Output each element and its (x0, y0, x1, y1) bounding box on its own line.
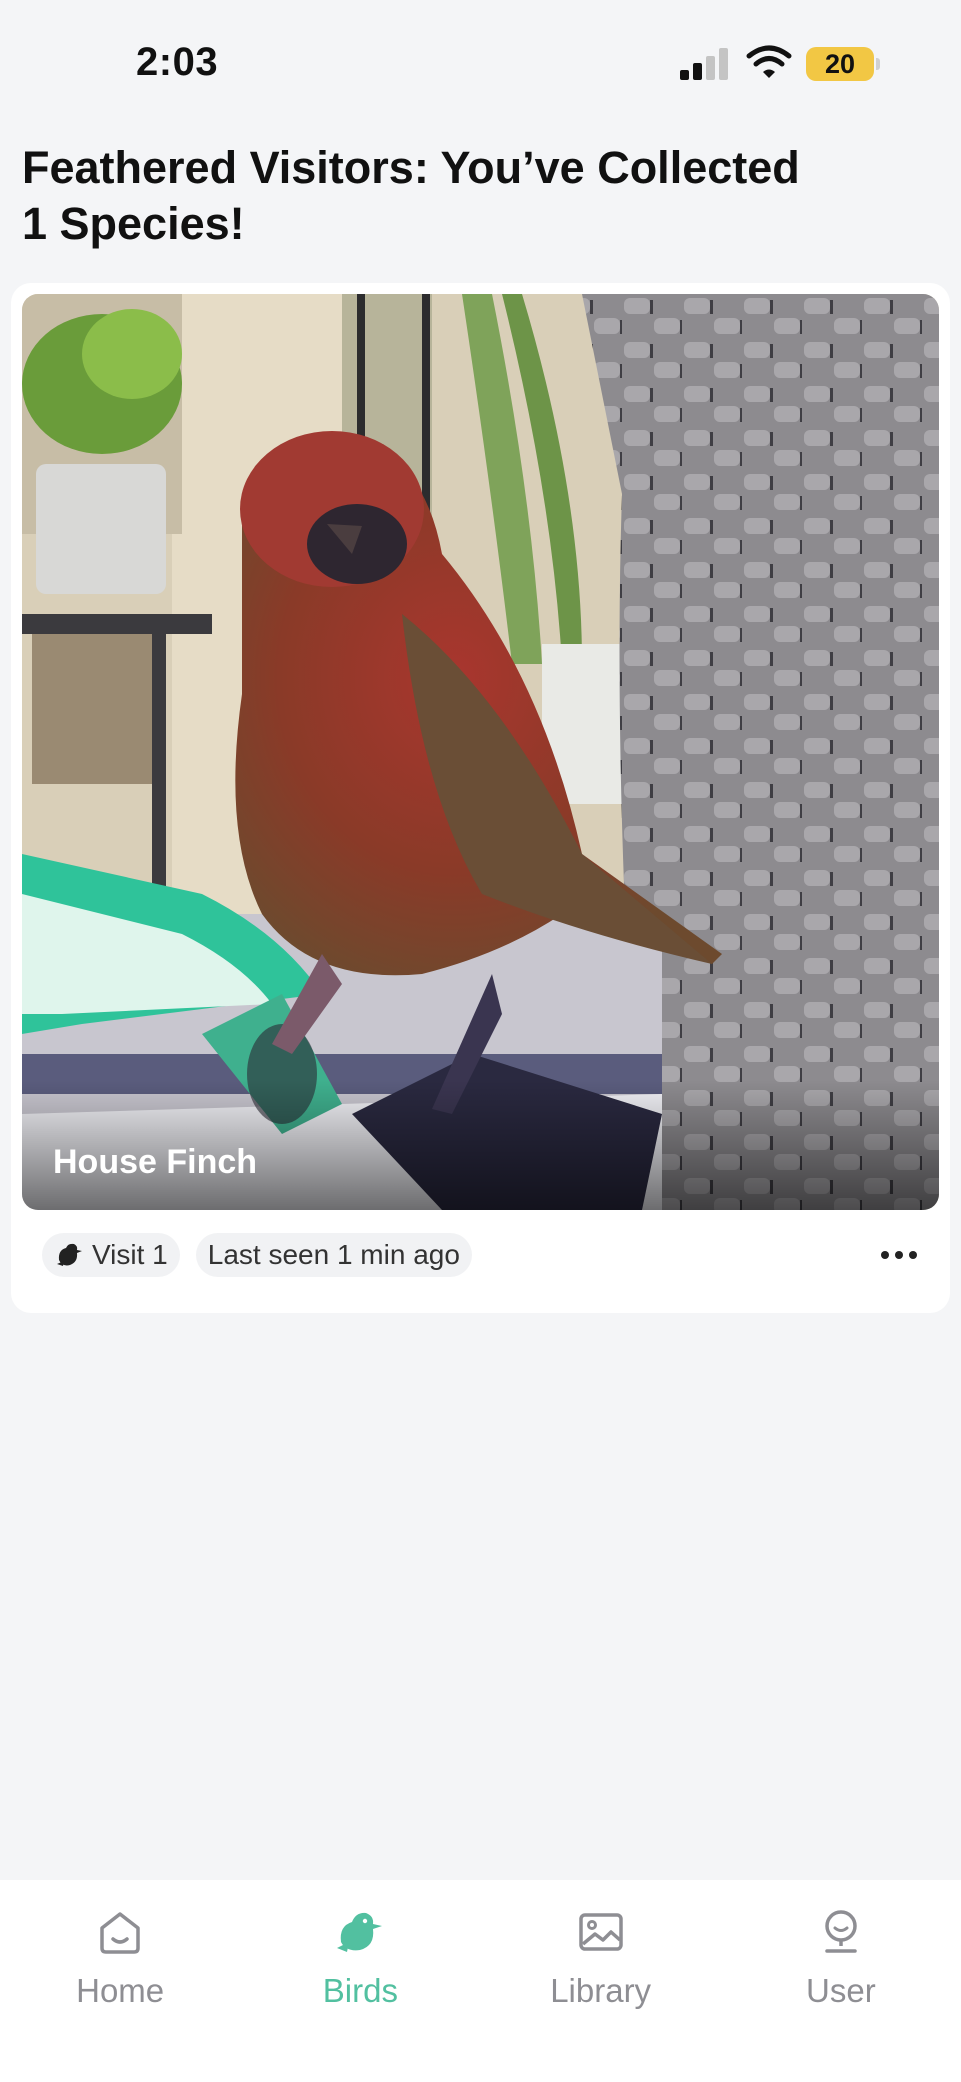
battery-indicator: 20 (806, 47, 874, 81)
more-horizontal-icon-dot (909, 1251, 917, 1259)
tab-birds-label: Birds (322, 1972, 398, 2009)
last-seen-chip: Last seen 1 min ago (195, 1233, 472, 1277)
bird-icon (57, 1243, 82, 1266)
user-icon (825, 1910, 857, 1953)
wifi-icon (746, 45, 792, 78)
tab-user[interactable]: User (721, 1880, 961, 2082)
page-title: Feathered Visitors: You’ve Collected 1 S… (22, 142, 800, 249)
bird-photo-image (22, 294, 939, 1210)
tab-user-label: User (806, 1972, 876, 2009)
home-icon (100, 1912, 140, 1954)
image-icon (578, 1913, 623, 1951)
more-options-button[interactable] (873, 1235, 925, 1275)
tab-library-label: Library (550, 1972, 652, 2009)
more-horizontal-icon (881, 1251, 889, 1259)
bird-icon (337, 1912, 383, 1952)
bird-photo[interactable]: House Finch (22, 294, 939, 1210)
bird-name: House Finch (53, 1143, 258, 1181)
last-seen-label: Last seen 1 min ago (207, 1239, 460, 1270)
tab-bar: Home Birds Library User (0, 1880, 961, 2082)
visit-count-label: Visit 1 (92, 1239, 168, 1270)
tab-birds[interactable]: Birds (240, 1880, 480, 2082)
species-card[interactable]: House Finch Visit 1 Last seen 1 min ago (11, 283, 950, 1313)
tab-library[interactable]: Library (481, 1880, 721, 2082)
visit-chips: Visit 1 Last seen 1 min ago (42, 1233, 472, 1277)
status-bar: 2:03 20 (0, 0, 961, 130)
signal-icon (680, 48, 728, 80)
tab-home[interactable]: Home (0, 1880, 240, 2082)
battery-tip (876, 58, 880, 70)
more-horizontal-icon-dot (895, 1251, 903, 1259)
visit-count-chip: Visit 1 (42, 1233, 180, 1277)
tab-home-label: Home (76, 1972, 165, 2009)
status-time: 2:03 (136, 40, 219, 84)
